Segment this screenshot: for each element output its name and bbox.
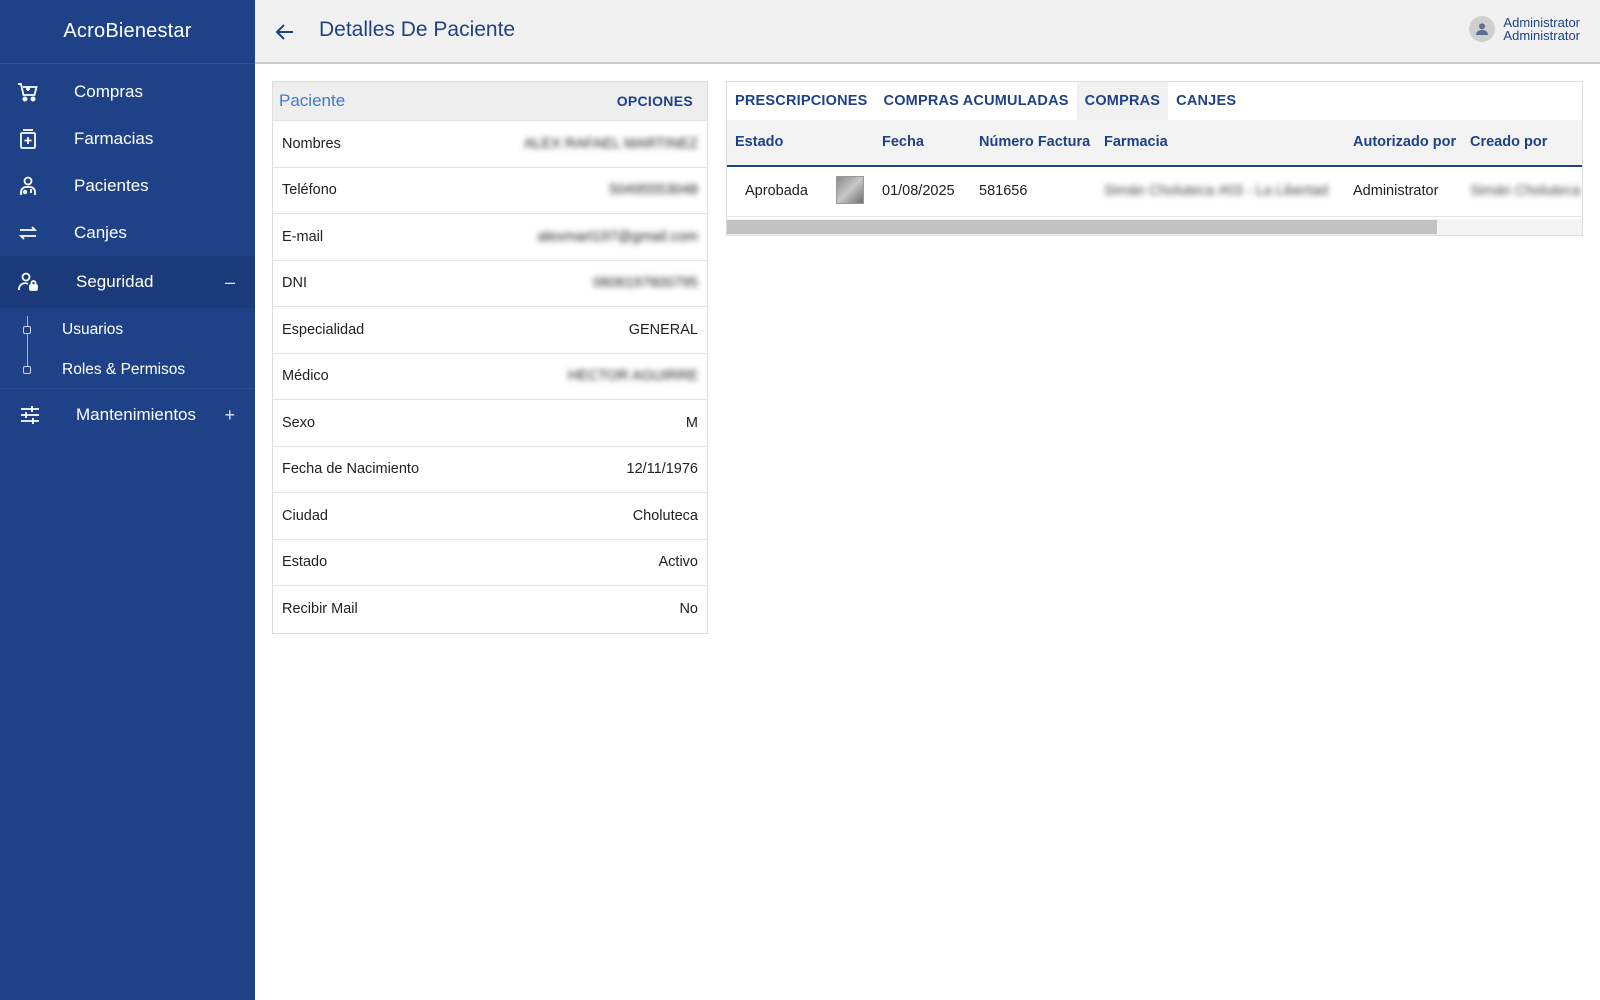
sidebar-item-mantenimientos[interactable]: Mantenimientos + xyxy=(0,389,255,441)
field-label: Fecha de Nacimiento xyxy=(282,461,420,478)
sidebar-item-label: Mantenimientos xyxy=(76,405,197,424)
field-value: M xyxy=(685,414,698,431)
column-header-fecha[interactable]: Fecha xyxy=(882,134,924,150)
records-panel: PRESCRIPCIONES COMPRAS ACUMULADAS COMPRAS C… xyxy=(726,81,1583,236)
field-value: 50495553048 xyxy=(609,182,698,199)
patient-icon xyxy=(20,176,36,195)
user-name: Administrator Administrator xyxy=(1503,16,1580,42)
cell-fecha: 01/08/2025 xyxy=(882,183,955,199)
field-value: HECTOR AGUIRRE xyxy=(567,368,698,385)
patient-field-row: Médico HECTOR AGUIRRE xyxy=(273,352,707,400)
submenu-item-usuarios[interactable]: Usuarios xyxy=(62,321,123,339)
back-arrow-icon[interactable] xyxy=(273,20,297,44)
column-header-estado[interactable]: Estado xyxy=(735,134,783,150)
patient-field-row: Sexo M xyxy=(273,399,707,446)
patient-field-row: Ciudad Choluteca xyxy=(273,492,707,539)
column-header-autorizado-por[interactable]: Autorizado por xyxy=(1353,134,1456,150)
field-value: GENERAL xyxy=(628,321,698,338)
top-bar: Detalles De Paciente Administrator Admin… xyxy=(255,0,1600,64)
user-menu[interactable]: Administrator Administrator xyxy=(1469,16,1580,42)
submenu-connector xyxy=(27,316,28,372)
app-brand: AcroBienestar xyxy=(0,0,255,64)
column-header-farmacia[interactable]: Farmacia xyxy=(1104,134,1168,150)
table-header: Estado Fecha Número Factura Farmacia Aut… xyxy=(727,120,1582,167)
tab-bar: PRESCRIPCIONES COMPRAS ACUMULADAS COMPRAS C… xyxy=(727,82,1582,120)
patient-field-list: Nombres ALEX RAFAEL MARTINEZ Teléfono 50495… xyxy=(273,120,707,632)
sidebar: AcroBienestar Compras Farmacias Paciente… xyxy=(0,0,255,1000)
submenu-item-roles-permisos[interactable]: Roles & Permisos xyxy=(62,361,185,379)
tab-compras-acumuladas[interactable]: COMPRAS ACUMULADAS xyxy=(876,82,1077,120)
sidebar-item-compras[interactable]: Compras xyxy=(0,68,255,115)
field-value: No xyxy=(679,600,698,617)
sidebar-item-label: Canjes xyxy=(74,222,127,242)
avatar xyxy=(1469,16,1496,42)
sidebar-item-farmacias[interactable]: Farmacias xyxy=(0,115,255,162)
patient-field-row: Estado Activo xyxy=(273,538,707,586)
user-name-line2: Administrator xyxy=(1503,28,1580,43)
patient-card-header: Paciente OPCIONES xyxy=(273,82,707,120)
field-value: 12/11/1976 xyxy=(626,461,699,478)
patient-field-row: E-mail alexmart197@gmail.com xyxy=(273,213,707,260)
patient-field-row: Nombres ALEX RAFAEL MARTINEZ xyxy=(273,120,707,167)
pharmacy-icon xyxy=(20,128,36,149)
sidebar-item-label: Farmacias xyxy=(74,128,154,148)
field-value: 0606197600795 xyxy=(593,275,698,292)
table-row[interactable]: Aprobada 01/08/2025 581656 Simán Cholute… xyxy=(727,167,1582,217)
patient-field-row: Especialidad GENERAL xyxy=(273,306,707,353)
field-label: E-mail xyxy=(282,228,324,245)
cell-estado: Aprobada xyxy=(745,183,808,199)
column-header-numero-factura[interactable]: Número Factura xyxy=(979,134,1090,150)
sliders-icon xyxy=(21,406,39,424)
cell-autorizado: Administrator xyxy=(1353,183,1439,199)
cart-icon xyxy=(18,82,38,101)
sidebar-item-label: Pacientes xyxy=(74,175,149,195)
field-value: Activo xyxy=(658,554,699,571)
sidebar-item-label: Seguridad xyxy=(76,272,154,291)
column-header-creado-por[interactable]: Creado por xyxy=(1470,134,1547,150)
tab-prescripciones[interactable]: PRESCRIPCIONES xyxy=(727,82,876,120)
page-title: Detalles De Paciente xyxy=(319,18,516,41)
field-label: Teléfono xyxy=(282,182,337,199)
swap-icon xyxy=(18,225,38,240)
cell-factura: 581656 xyxy=(979,183,1028,199)
field-label: DNI xyxy=(282,275,307,292)
security-submenu: Usuarios Roles & Permisos xyxy=(0,308,255,388)
tab-compras[interactable]: COMPRAS xyxy=(1076,82,1169,120)
collapse-toggle[interactable]: – xyxy=(225,272,235,293)
sidebar-item-pacientes[interactable]: Pacientes xyxy=(0,162,255,209)
patient-field-row: Recibir Mail No xyxy=(273,585,707,632)
horizontal-scrollbar[interactable] xyxy=(727,219,1582,235)
user-lock-icon xyxy=(18,272,38,291)
expand-toggle[interactable]: + xyxy=(224,405,235,426)
sidebar-item-seguridad[interactable]: Seguridad – xyxy=(0,256,255,308)
user-icon xyxy=(1476,23,1489,35)
field-label: Nombres xyxy=(282,135,341,152)
field-value: alexmart197@gmail.com xyxy=(537,228,698,245)
patient-card-title: Paciente xyxy=(279,91,346,110)
cell-creado: Simán Choluteca xyxy=(1470,183,1581,199)
tab-canjes[interactable]: CANJES xyxy=(1168,82,1244,120)
field-value: ALEX RAFAEL MARTINEZ xyxy=(523,135,698,152)
field-label: Médico xyxy=(282,368,329,385)
patient-field-row: DNI 0606197600795 xyxy=(273,259,707,307)
field-label: Estado xyxy=(282,554,328,571)
options-button[interactable]: OPCIONES xyxy=(617,93,693,109)
field-label: Recibir Mail xyxy=(282,600,358,617)
patient-card: Paciente OPCIONES Nombres ALEX RAFAEL MAR… xyxy=(272,81,708,634)
patient-field-row: Fecha de Nacimiento 12/11/1976 xyxy=(273,445,707,493)
cell-farmacia: Simán Choluteca #03 - La Libertad xyxy=(1104,183,1329,199)
field-label: Sexo xyxy=(282,414,316,431)
submenu-bullet xyxy=(23,366,31,374)
submenu-bullet xyxy=(23,326,31,334)
sidebar-item-label: Compras xyxy=(74,81,143,101)
field-value: Choluteca xyxy=(632,507,698,524)
scrollbar-thumb[interactable] xyxy=(727,220,1437,234)
sidebar-item-canjes[interactable]: Canjes xyxy=(0,209,255,256)
field-label: Especialidad xyxy=(282,321,365,338)
prescription-thumbnail[interactable] xyxy=(836,176,864,204)
field-label: Ciudad xyxy=(282,507,328,524)
patient-field-row: Teléfono 50495553048 xyxy=(273,166,707,214)
